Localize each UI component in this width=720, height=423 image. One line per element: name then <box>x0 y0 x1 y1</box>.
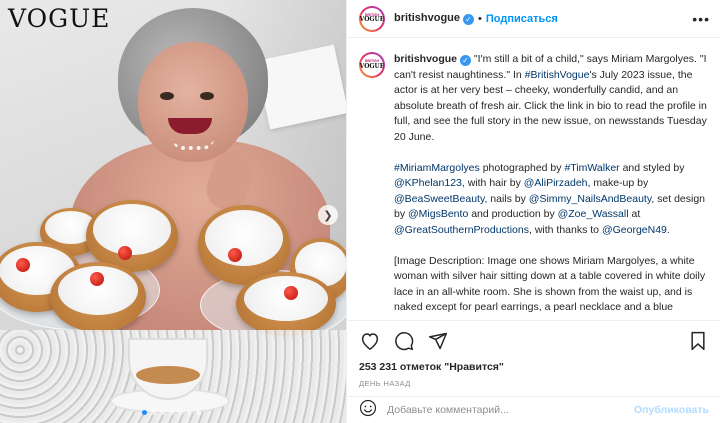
mention-link[interactable]: @KPhelan123 <box>394 177 462 189</box>
mention-link[interactable]: @MigsBento <box>408 208 468 220</box>
caption-paragraph: #MiriamMargolyes photographed by #TimWal… <box>394 161 707 239</box>
caption-paragraph: britishvogue ✓ "I'm still a bit of a chil… <box>394 52 707 146</box>
mention-link[interactable]: @Zoe_Wassall <box>558 208 629 220</box>
vogue-logo: VOGUE <box>8 4 111 33</box>
caption-paragraph: [Image Description: Image one shows Miri… <box>394 254 706 318</box>
caption-text-segment: photographed by <box>479 161 565 174</box>
caption-area: BRITISH VOGUE britishvogue ✓ "I'm still a… <box>347 38 720 318</box>
caption-text-segment: , make-up by <box>587 177 649 190</box>
carousel-dot <box>196 410 201 415</box>
post-side-panel: BRITISH VOGUE britishvogue ✓ • Подписатьс… <box>346 0 720 423</box>
bookmark-icon[interactable] <box>687 330 709 352</box>
post-photo[interactable]: VOGUE ❯ <box>0 0 346 423</box>
mention-link[interactable]: @GeorgeN49 <box>602 224 667 236</box>
hashtag-link[interactable]: #MiriamMargolyes <box>394 162 480 174</box>
carousel-dot <box>169 410 174 415</box>
mention-link[interactable]: @AliPirzadeh <box>524 177 588 189</box>
chevron-right-icon: ❯ <box>323 209 333 222</box>
caption-text-segment: and styled by <box>619 161 685 174</box>
more-options-icon[interactable]: ••• <box>692 11 710 27</box>
carousel-dots <box>142 410 201 415</box>
caption-avatar[interactable]: BRITISH VOGUE <box>359 52 385 78</box>
publish-button[interactable]: Опубликовать <box>634 404 709 416</box>
verified-badge-icon: ✓ <box>460 55 472 67</box>
comment-input[interactable] <box>387 404 635 416</box>
caption-username[interactable]: britishvogue <box>394 53 457 65</box>
post-timestamp[interactable]: ДЕНЬ НАЗАД <box>359 379 709 388</box>
cherry <box>90 272 104 286</box>
mention-link[interactable]: @GreatSouthernProductions <box>394 224 529 236</box>
caption-text-segment: at <box>628 208 641 221</box>
mention-link[interactable]: @Simmy_NailsAndBeauty <box>529 193 652 205</box>
mention-link[interactable]: @BeaSweetBeauty <box>394 193 484 205</box>
avatar-logo-line2: VOGUE <box>359 16 385 24</box>
caption-text: britishvogue ✓ "I'm still a bit of a chil… <box>394 52 707 318</box>
cherry <box>16 258 30 272</box>
carousel-dot <box>151 410 156 415</box>
cherry <box>228 248 242 262</box>
subject-eye-left <box>160 92 174 100</box>
share-icon[interactable] <box>427 330 449 352</box>
post-actions: 253 231 отметок "Нравится" ДЕНЬ НАЗАД <box>347 320 720 388</box>
cherry <box>284 286 298 300</box>
heart-icon[interactable] <box>359 330 381 352</box>
subject-eye-right <box>200 92 214 100</box>
carousel-dot <box>142 410 147 415</box>
avatar[interactable]: BRITISH VOGUE <box>359 5 385 32</box>
comment-icon[interactable] <box>393 330 415 352</box>
username-text: britishvogue <box>394 12 461 24</box>
pearl-necklace <box>172 138 214 150</box>
likes-count[interactable]: 253 231 отметок "Нравится" <box>359 361 709 373</box>
cherry <box>118 246 132 260</box>
hashtag-link[interactable]: #TimWalker <box>564 162 619 174</box>
avatar-logo: BRITISH VOGUE <box>359 54 385 76</box>
caption-text-segment: , with hair by <box>461 177 524 190</box>
iced-bun <box>236 272 336 336</box>
tea <box>136 366 200 384</box>
verified-badge-icon: ✓ <box>463 14 475 25</box>
add-comment-bar: Опубликовать <box>347 396 720 423</box>
separator-dot: • <box>478 12 482 25</box>
caption-text-segment: , with thanks to <box>528 223 602 236</box>
caption-text-segment: , nails by <box>484 192 529 205</box>
carousel-next-button[interactable]: ❯ <box>318 205 338 225</box>
carousel-dot <box>178 410 183 415</box>
emoji-icon[interactable] <box>359 399 377 422</box>
hashtag-link[interactable]: #BritishVogue <box>525 69 590 81</box>
carousel-dot <box>160 410 165 415</box>
username-link[interactable]: britishvogue ✓ <box>394 12 475 25</box>
avatar-logo-line2: VOGUE <box>359 62 385 70</box>
action-row <box>359 329 709 353</box>
caption-text-segment: . <box>666 223 670 236</box>
carousel-dot <box>187 410 192 415</box>
post-header: BRITISH VOGUE britishvogue ✓ • Подписатьс… <box>347 0 720 38</box>
caption-text-segment: and production by <box>468 208 558 221</box>
avatar-logo: BRITISH VOGUE <box>359 7 385 30</box>
follow-button[interactable]: Подписаться <box>486 13 558 25</box>
